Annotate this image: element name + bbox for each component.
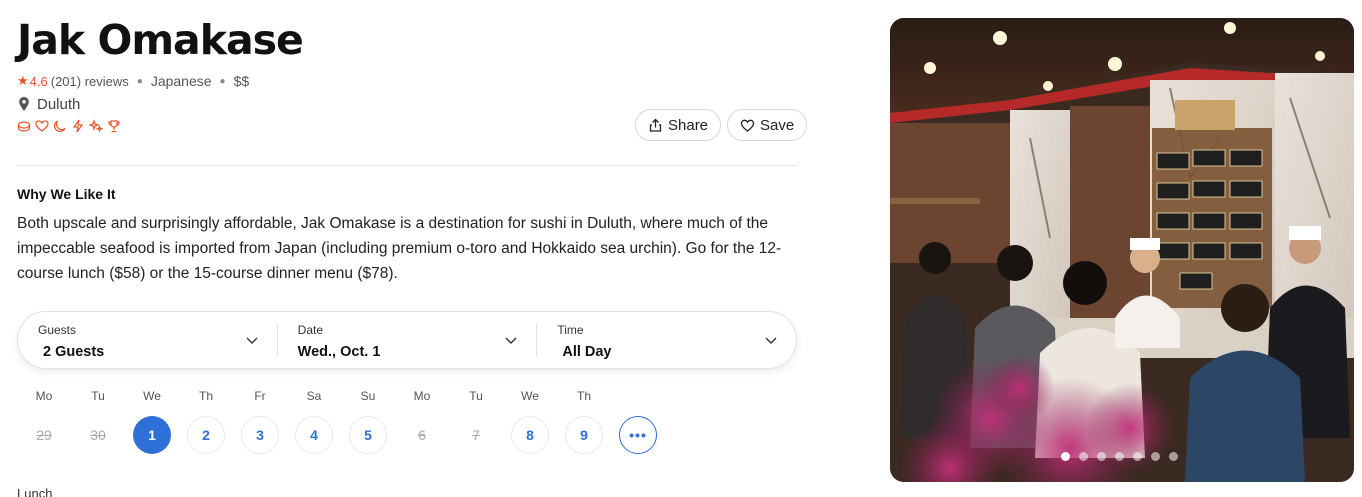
why-description: Both upscale and surprisingly affordable… <box>17 215 782 282</box>
chevron-down-icon <box>765 337 777 344</box>
rating-value: 4.6 <box>29 73 48 89</box>
star-icon: ★ <box>17 73 29 88</box>
divider <box>17 165 797 166</box>
date-button[interactable]: 5 <box>349 416 387 454</box>
moon-icon <box>53 120 66 132</box>
guests-label: Guests <box>38 323 77 337</box>
day-name: Th <box>198 389 213 403</box>
time-dropdown[interactable]: Time All Day <box>536 323 796 360</box>
date-button: 30 <box>90 427 106 443</box>
carousel-dot[interactable] <box>1133 452 1142 461</box>
restaurant-meta: ★ 4.6 (201) reviews ● Japanese ● $$ <box>17 72 797 90</box>
date-option: We 8 <box>503 389 557 454</box>
day-name: Mo <box>35 389 53 403</box>
review-count[interactable]: (201) reviews <box>51 74 129 89</box>
sparkles-icon <box>89 119 103 133</box>
time-value: All Day <box>562 344 612 360</box>
day-name: Tu <box>469 389 483 403</box>
date-button[interactable]: 3 <box>241 416 279 454</box>
why-heading: Why We Like It <box>17 186 116 202</box>
save-button[interactable]: Save <box>727 109 808 141</box>
save-label: Save <box>760 116 795 134</box>
guests-value: 2 Guests <box>43 344 105 360</box>
separator-dot: ● <box>219 75 226 87</box>
date-option: Mo 6 <box>395 389 449 454</box>
cuisine-label: Japanese <box>150 73 212 89</box>
day-name: Su <box>360 389 376 403</box>
carousel-indicators <box>1061 452 1178 461</box>
date-button: 29 <box>36 427 52 443</box>
day-name: Th <box>576 389 591 403</box>
carousel-dot[interactable] <box>1097 452 1106 461</box>
time-label: Time <box>557 323 584 337</box>
share-button[interactable]: Share <box>635 109 722 141</box>
day-name: We <box>143 389 161 403</box>
carousel-dot[interactable] <box>1079 452 1088 461</box>
restaurant-name: Jak Omakase <box>17 16 304 64</box>
share-label: Share <box>668 116 709 134</box>
location-label: Duluth <box>37 95 81 113</box>
day-name: We <box>521 389 539 403</box>
date-button[interactable]: 1 <box>133 416 171 454</box>
map-pin-icon <box>19 97 29 111</box>
separator-dot: ● <box>136 75 143 87</box>
bolt-icon <box>72 119 84 133</box>
carousel-dot[interactable] <box>1151 452 1160 461</box>
sushi-icon <box>17 121 31 132</box>
date-option: Su 5 <box>341 389 395 454</box>
chevron-down-icon <box>246 337 258 344</box>
carousel-dot[interactable] <box>1115 452 1124 461</box>
heart-icon <box>740 119 755 132</box>
date-label: Date <box>297 323 324 337</box>
booking-bar: Guests 2 Guests Date Wed., Oct. 1 Time A… <box>17 311 797 369</box>
date-option: Fr 3 <box>233 389 287 454</box>
chevron-down-icon <box>505 337 517 344</box>
section-label-lunch: Lunch <box>17 486 53 497</box>
date-option: Sa 4 <box>287 389 341 454</box>
carousel-dot[interactable] <box>1169 452 1178 461</box>
more-dates: ••• <box>611 389 665 454</box>
date-option: Th 2 <box>179 389 233 454</box>
date-button: 7 <box>472 427 480 443</box>
day-name: Sa <box>306 389 322 403</box>
day-name: Fr <box>254 389 266 403</box>
date-option: Mo 29 <box>17 389 71 454</box>
photo-illustration <box>890 18 1354 482</box>
date-button[interactable]: 9 <box>565 416 603 454</box>
date-button[interactable]: 4 <box>295 416 333 454</box>
header-actions: Share Save <box>635 109 808 141</box>
carousel-dot[interactable] <box>1061 452 1070 461</box>
more-dates-button[interactable]: ••• <box>619 416 657 454</box>
heart-leaf-icon <box>35 120 49 132</box>
date-option: Tu 30 <box>71 389 125 454</box>
date-button[interactable]: 8 <box>511 416 549 454</box>
trophy-icon <box>108 120 120 133</box>
date-option: Tu 7 <box>449 389 503 454</box>
date-button[interactable]: 2 <box>187 416 225 454</box>
date-value: Wed., Oct. 1 <box>297 344 381 360</box>
price-label: $$ <box>233 73 250 89</box>
day-name: Tu <box>91 389 105 403</box>
day-name: Mo <box>413 389 431 403</box>
date-option: Th 9 <box>557 389 611 454</box>
date-button: 6 <box>418 427 426 443</box>
date-picker-strip: Mo 29 Tu 30 We 1 Th 2 Fr 3 Sa 4 Su 5 Mo 6 Tu 7 We 8 Th 9 ••• <box>17 389 665 454</box>
share-icon <box>649 118 662 132</box>
date-dropdown[interactable]: Date Wed., Oct. 1 <box>276 323 537 360</box>
date-option: We 1 <box>125 389 179 454</box>
guests-dropdown[interactable]: Guests 2 Guests <box>18 312 277 368</box>
restaurant-photo[interactable] <box>890 18 1354 482</box>
